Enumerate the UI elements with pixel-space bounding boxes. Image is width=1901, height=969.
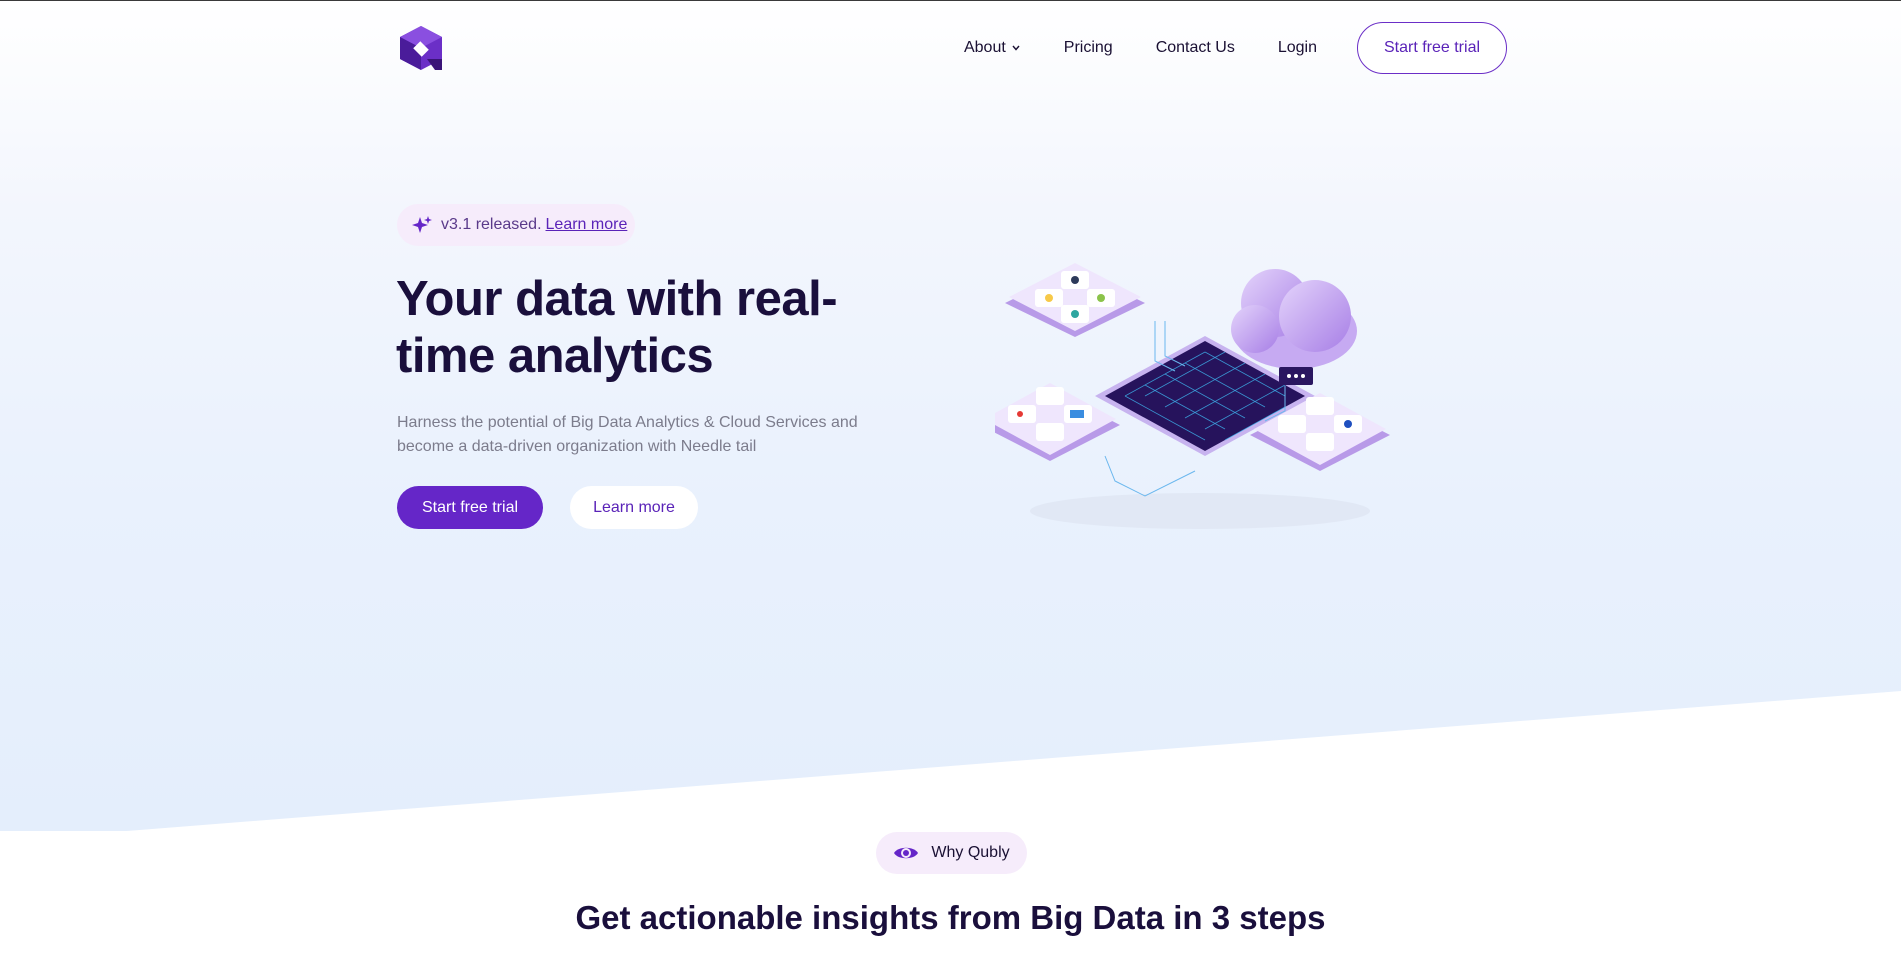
why-qubly-label: Why Qubly <box>931 844 1010 861</box>
nav-links: About Pricing Contact Us Login <box>964 39 1317 57</box>
nav-item-pricing[interactable]: Pricing <box>1064 39 1113 57</box>
data-platform-illustration <box>995 263 1390 529</box>
release-badge: v3.1 released. Learn more <box>397 204 635 246</box>
hero-headline: Your data with real-time analytics <box>396 272 838 383</box>
section-title: Get actionable insights from Big Data in… <box>575 899 1326 936</box>
hero-learn-more-button[interactable]: Learn more <box>570 486 698 529</box>
nav-item-login[interactable]: Login <box>1278 39 1317 57</box>
nav-item-about-label: About <box>963 39 1006 56</box>
release-badge-text: v3.1 released. <box>441 216 542 233</box>
chevron-down-icon <box>1012 45 1020 51</box>
why-qubly-badge: Why Qubly <box>876 832 1027 874</box>
integration-tiles-top <box>1005 263 1145 337</box>
top-navbar: About Pricing Contact Us Login Start fre… <box>397 21 1507 75</box>
hero-subtext: Harness the potential of Big Data Analyt… <box>397 414 858 455</box>
eye-icon <box>894 847 919 859</box>
sparkle-icon <box>412 216 432 233</box>
hero-slant-divider <box>0 691 1901 841</box>
nav-start-trial-button[interactable]: Start free trial <box>1357 22 1507 74</box>
nav-item-about[interactable]: About <box>964 39 1021 57</box>
release-learn-more-link[interactable]: Learn more <box>546 216 628 234</box>
hero-start-trial-button[interactable]: Start free trial <box>397 486 543 529</box>
nav-item-contact[interactable]: Contact Us <box>1156 39 1235 57</box>
brand-logo-icon[interactable] <box>397 24 445 72</box>
